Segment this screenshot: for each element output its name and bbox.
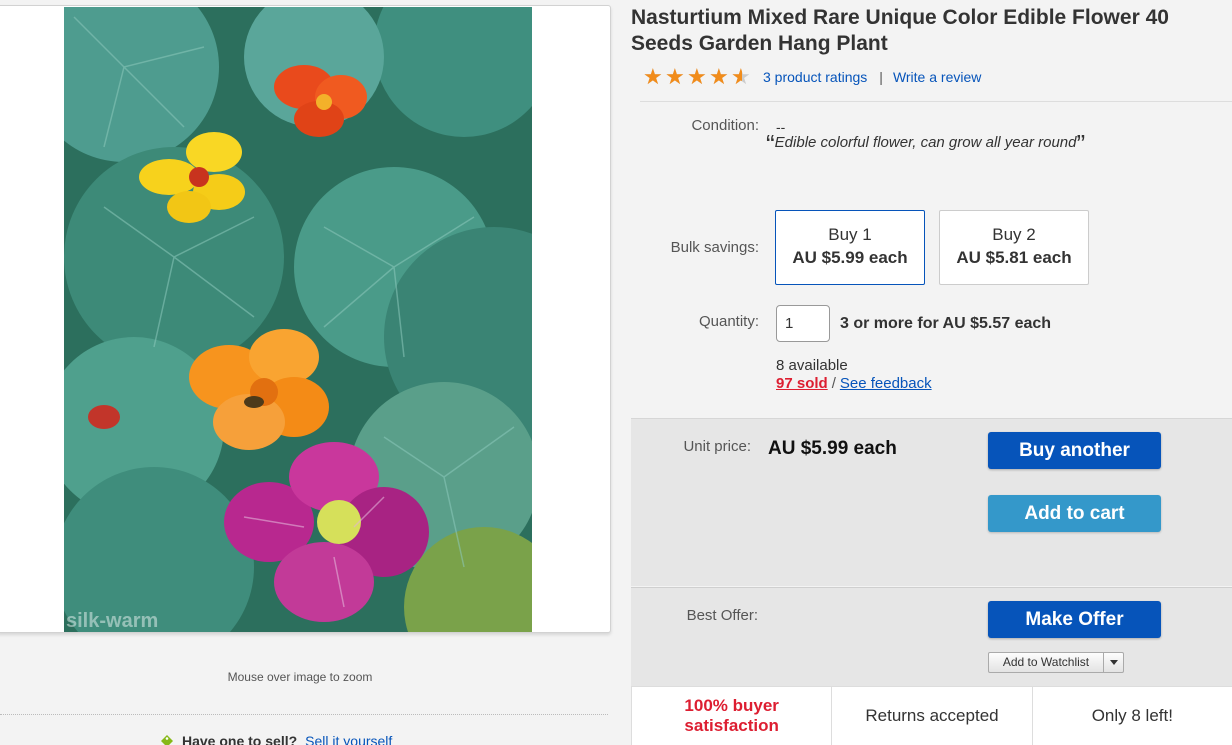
satisfaction-line-2: satisfaction xyxy=(684,716,779,735)
add-to-watchlist-button[interactable]: Add to Watchlist xyxy=(988,652,1124,673)
watchlist-label[interactable]: Add to Watchlist xyxy=(989,653,1103,672)
divider xyxy=(640,101,1232,102)
quantity-discount: 3 or more for AU $5.57 each xyxy=(840,315,1052,332)
unit-price-label: Unit price: xyxy=(683,438,751,455)
star-rating[interactable]: ★ ★ ★ ★ ★ ★ ★ ★ ★ ★ xyxy=(643,64,753,89)
condition-value: -- xyxy=(776,119,786,135)
bulk-option-buy-1[interactable]: Buy 1 AU $5.99 each xyxy=(775,210,925,285)
product-ratings-link[interactable]: 3 product ratings xyxy=(763,69,867,85)
satisfaction-line-1: 100% buyer xyxy=(684,696,779,715)
product-title: Nasturtium Mixed Rare Unique Color Edibl… xyxy=(631,6,1169,55)
bulk-savings-label: Bulk savings: xyxy=(670,239,759,256)
bulk-option-buy-2[interactable]: Buy 2 AU $5.81 each xyxy=(939,210,1089,285)
star-icon: ★ ★ xyxy=(643,64,663,89)
add-to-cart-button[interactable]: Add to cart xyxy=(988,495,1161,532)
bulk-qty: Buy 1 xyxy=(828,225,872,244)
star-icon: ★ ★ xyxy=(665,64,685,89)
watermark: silk-warm xyxy=(66,610,158,632)
star-icon: ★ ★ xyxy=(731,64,751,89)
sold-row: 97 sold / See feedback xyxy=(776,375,932,392)
open-quote: “ xyxy=(766,129,775,159)
available-count: 8 available xyxy=(776,357,848,374)
ratings-row: ★ ★ ★ ★ ★ ★ ★ ★ ★ ★ 3 product ratings | Write a r… xyxy=(643,64,981,90)
condition-label: Condition: xyxy=(691,117,759,134)
watchlist-dropdown[interactable] xyxy=(1103,653,1123,672)
zoom-hint: Mouse over image to zoom xyxy=(227,670,373,684)
buyer-satisfaction-badge: 100% buyer satisfaction xyxy=(631,687,831,745)
image-panel: silk-warm xyxy=(0,5,611,633)
star-icon: ★ ★ xyxy=(709,64,729,89)
returns-badge: Returns accepted xyxy=(831,687,1031,745)
bulk-price: AU $5.81 each xyxy=(956,248,1072,267)
write-review-link[interactable]: Write a review xyxy=(893,69,981,85)
star-icon: ★ ★ xyxy=(687,64,707,89)
separator: / xyxy=(831,375,836,392)
tag-icon xyxy=(161,735,173,745)
quantity-input[interactable] xyxy=(776,305,830,342)
bulk-qty: Buy 2 xyxy=(992,225,1036,244)
stock-badge: Only 8 left! xyxy=(1031,687,1232,745)
chevron-down-icon xyxy=(1109,660,1118,665)
unit-price-value: AU $5.99 each xyxy=(768,438,897,459)
bulk-price: AU $5.99 each xyxy=(792,248,908,267)
condition-note-text: Edible colorful flower, can grow all yea… xyxy=(774,134,1077,151)
divider xyxy=(0,714,608,715)
sell-it-yourself-link[interactable]: Sell it yourself xyxy=(305,733,392,745)
sell-prompt: Have one to sell? xyxy=(182,733,298,745)
sold-count-link[interactable]: 97 sold xyxy=(776,375,828,392)
make-offer-button[interactable]: Make Offer xyxy=(988,601,1161,638)
separator: | xyxy=(879,69,883,85)
condition-note: “Edible colorful flower, can grow all ye… xyxy=(766,131,1085,157)
sell-prompt-row: Have one to sell? Sell it yourself xyxy=(160,733,392,745)
best-offer-label: Best Offer: xyxy=(686,607,758,624)
trust-badges: 100% buyer satisfaction Returns accepted… xyxy=(631,686,1232,745)
close-quote: ” xyxy=(1076,129,1086,159)
product-image[interactable]: silk-warm xyxy=(64,7,532,632)
see-feedback-link[interactable]: See feedback xyxy=(840,375,932,392)
buy-another-button[interactable]: Buy another xyxy=(988,432,1161,469)
quantity-label: Quantity: xyxy=(698,313,759,330)
